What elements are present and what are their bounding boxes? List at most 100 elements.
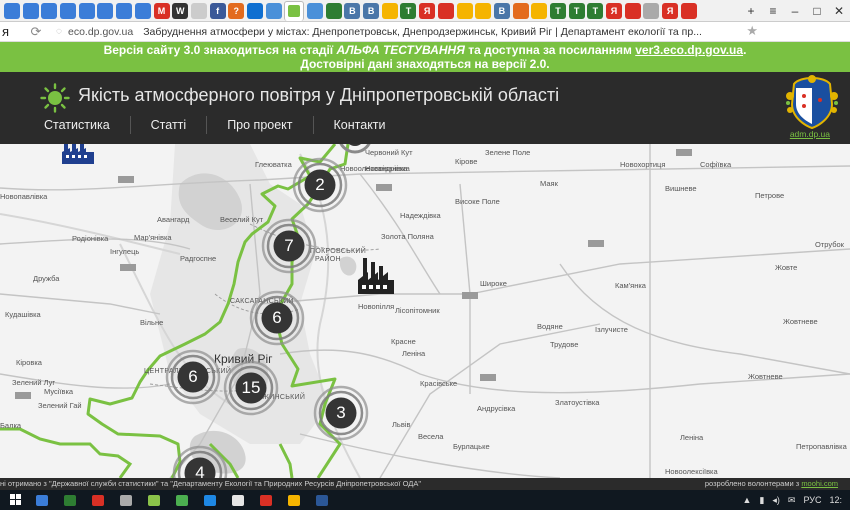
browser-tab[interactable] — [134, 2, 151, 19]
tab-favicon-glyph: T — [573, 5, 580, 16]
taskbar-app-icon[interactable] — [254, 492, 278, 508]
footer-credits-link[interactable]: moohi.com — [801, 479, 838, 488]
nav-contacts[interactable]: Контакти — [314, 116, 406, 134]
browser-tab[interactable] — [265, 2, 282, 19]
browser-tab[interactable] — [284, 0, 305, 21]
map-place-label: Кіровка — [16, 358, 42, 367]
nav-about[interactable]: Про проект — [207, 116, 314, 134]
taskbar-app-icon[interactable] — [30, 492, 54, 508]
map[interactable]: Новопавлівка Глеюватка Новоолександрівка Ав… — [0, 144, 850, 478]
cluster-marker[interactable]: 4 — [172, 445, 228, 478]
browser-tab[interactable]: T — [400, 2, 417, 19]
browser-tab[interactable] — [22, 2, 39, 19]
crest-link[interactable]: adm.dp.ua — [790, 129, 830, 139]
browser-tab[interactable]: Я — [606, 2, 622, 19]
volume-icon[interactable]: ◂) — [772, 495, 780, 506]
bookmark-star-icon[interactable]: ★ — [746, 23, 758, 39]
reload-icon[interactable]: ⟳ — [16, 24, 56, 40]
browser-tab[interactable]: ? — [228, 2, 245, 19]
map-place-label: Зелене Поле — [485, 148, 531, 157]
browser-tab[interactable]: M — [153, 2, 170, 19]
factory-icon[interactable] — [358, 258, 394, 294]
browser-tab[interactable] — [531, 2, 548, 19]
browser-tab[interactable]: T — [549, 2, 566, 19]
alpha-banner: Версія сайту 3.0 знаходиться на стадії А… — [0, 42, 850, 72]
taskbar-app-icon[interactable] — [282, 492, 306, 508]
map-place-label: Мусіївка — [44, 387, 74, 396]
browser-tab[interactable] — [475, 2, 492, 19]
banner-link[interactable]: ver3.eco.dp.gov.ua — [635, 43, 743, 57]
browser-tab[interactable]: B — [344, 2, 361, 19]
cluster-count: 2 — [315, 175, 325, 194]
cluster-marker[interactable]: 2 — [292, 157, 348, 213]
start-button-icon[interactable] — [4, 492, 28, 508]
tab-favicon-glyph: M — [157, 5, 166, 16]
browser-tab[interactable]: T — [587, 2, 604, 19]
browser-tab[interactable]: T — [568, 2, 585, 19]
taskbar-app-icon[interactable] — [198, 492, 222, 508]
browser-tab[interactable] — [97, 2, 114, 19]
browser-tab[interactable] — [381, 2, 398, 19]
browser-tab[interactable] — [116, 2, 133, 19]
taskbar-app-icon[interactable] — [226, 492, 250, 508]
taskbar-app-icon[interactable] — [86, 492, 110, 508]
new-tab-button[interactable]: + — [740, 4, 762, 18]
page-info-icon[interactable]: ◌ — [56, 26, 68, 37]
browser-tab[interactable] — [456, 2, 473, 19]
site-title[interactable]: Якість атмосферного повітря у Дніпропетр… — [78, 85, 559, 106]
site-header: Якість атмосферного повітря у Дніпропетр… — [0, 72, 850, 144]
taskbar-app-icon[interactable] — [142, 492, 166, 508]
map-place-label: Златоустівка — [555, 398, 600, 407]
cluster-marker[interactable]: 6 — [249, 290, 305, 346]
browser-tab[interactable] — [512, 2, 529, 19]
taskbar-app-icon[interactable] — [310, 492, 334, 508]
browser-tab[interactable] — [190, 2, 207, 19]
tray-arrow-icon[interactable]: ▲ — [743, 495, 752, 505]
sun-logo-icon[interactable] — [40, 83, 70, 113]
maximize-button[interactable]: □ — [806, 4, 828, 18]
browser-tab[interactable]: Я — [662, 2, 679, 19]
language-indicator[interactable]: РУС — [803, 495, 821, 505]
menu-icon[interactable]: ≡ — [762, 4, 784, 18]
browser-tab[interactable] — [4, 2, 20, 19]
taskbar-app-icon[interactable] — [114, 492, 138, 508]
cluster-marker[interactable]: 7 — [261, 218, 317, 274]
map-place-label: Кам'янка — [615, 281, 646, 290]
browser-tab[interactable] — [680, 2, 697, 19]
cluster-marker[interactable]: 6 — [165, 349, 221, 405]
browser-tab[interactable] — [78, 2, 95, 19]
url-field[interactable]: eco.dp.gov.ua — [68, 26, 133, 38]
tab-favicon-glyph: T — [405, 5, 412, 16]
browser-tab[interactable] — [325, 2, 342, 19]
banner-text-end: . — [743, 43, 747, 57]
tab-favicon-glyph: Я — [666, 5, 674, 16]
browser-tab[interactable]: B — [363, 2, 380, 19]
taskbar-app-icon[interactable] — [58, 492, 82, 508]
browser-tab[interactable] — [624, 2, 641, 19]
nav-statistics[interactable]: Статистика — [24, 116, 131, 134]
page-title-in-bar[interactable]: Забруднення атмосфери у містах: Днепропе… — [143, 26, 703, 38]
browser-tab[interactable] — [246, 2, 263, 19]
cluster-count: 6 — [272, 308, 282, 327]
region-crest-icon[interactable] — [786, 74, 838, 130]
browser-tab[interactable] — [41, 2, 58, 19]
minimize-button[interactable]: – — [784, 4, 806, 18]
clock[interactable]: 12: — [829, 495, 842, 505]
browser-tab[interactable] — [643, 2, 660, 19]
browser-tab[interactable]: B — [493, 2, 510, 19]
battery-icon[interactable]: ▮ — [759, 495, 764, 506]
browser-tab[interactable] — [60, 2, 77, 19]
message-icon[interactable]: ✉ — [788, 495, 796, 506]
factory-icon[interactable] — [62, 144, 94, 164]
nav-articles[interactable]: Статті — [131, 116, 208, 134]
browser-tab[interactable] — [307, 2, 323, 19]
cluster-marker[interactable]: 15 — [223, 360, 279, 416]
browser-tab[interactable]: f — [209, 2, 226, 19]
banner-emphasis: АЛЬФА ТЕСТУВАННЯ — [336, 43, 465, 57]
browser-tab[interactable]: Я — [419, 2, 436, 19]
browser-tab[interactable] — [437, 2, 454, 19]
browser-tab[interactable]: W — [172, 2, 189, 19]
close-button[interactable]: ✕ — [828, 4, 850, 18]
taskbar-app-icon[interactable] — [170, 492, 194, 508]
cluster-marker[interactable]: 3 — [313, 385, 369, 441]
